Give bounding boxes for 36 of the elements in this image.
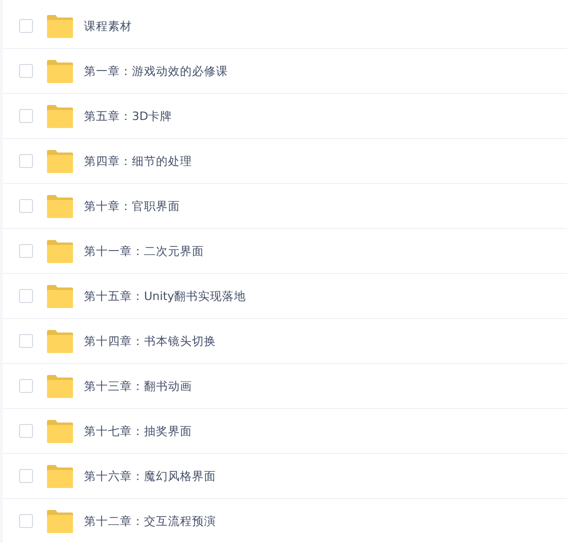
folder-icon <box>46 284 74 308</box>
folder-name[interactable]: 第一章：游戏动效的必修课 <box>84 64 228 78</box>
checkbox[interactable] <box>19 244 33 258</box>
folder-icon <box>46 60 74 82</box>
checkbox[interactable] <box>19 109 33 123</box>
folder-name[interactable]: 第四章：细节的处理 <box>84 154 192 168</box>
folder-name[interactable]: 课程素材 <box>84 18 132 34</box>
folder-icon <box>46 374 74 398</box>
checkbox[interactable] <box>19 64 33 78</box>
checkbox[interactable] <box>19 154 33 168</box>
folder-name[interactable]: 第五章：3D卡牌 <box>84 108 172 124</box>
checkbox[interactable] <box>19 19 33 33</box>
checkbox[interactable] <box>19 424 33 438</box>
folder-name[interactable]: 第十七章：抽奖界面 <box>84 424 192 438</box>
folder-name[interactable]: 第十一章：二次元界面 <box>84 244 204 258</box>
folder-icon <box>46 194 74 218</box>
folder-icon <box>46 240 74 262</box>
folder-icon <box>46 464 74 488</box>
folder-icon <box>46 150 74 172</box>
folder-name[interactable]: 第十二章：交互流程预演 <box>84 514 216 528</box>
folder-icon <box>46 14 74 38</box>
folder-icon <box>46 330 74 352</box>
folder-icon <box>46 510 74 532</box>
folder-name[interactable]: 第十五章：Unity翻书实现落地 <box>84 288 246 304</box>
checkbox[interactable] <box>19 469 33 483</box>
folder-name[interactable]: 第十章：官职界面 <box>84 198 180 214</box>
folder-name[interactable]: 第十六章：魔幻风格界面 <box>84 468 216 484</box>
checkbox[interactable] <box>19 289 33 303</box>
folder-icon <box>46 104 74 128</box>
checkbox[interactable] <box>19 334 33 348</box>
folder-icon <box>46 420 74 442</box>
folder-name[interactable]: 第十三章：翻书动画 <box>84 378 192 394</box>
checkbox[interactable] <box>19 514 33 528</box>
folder-name[interactable]: 第十四章：书本镜头切换 <box>84 334 216 348</box>
checkbox[interactable] <box>19 199 33 213</box>
checkbox[interactable] <box>19 379 33 393</box>
